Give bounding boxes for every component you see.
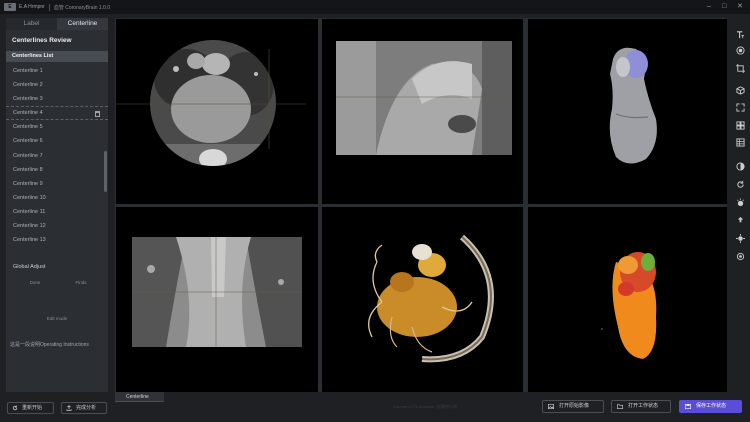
list-item[interactable]: Centerline 12 [6,219,108,233]
viewport-sagittal[interactable] [322,19,523,204]
title-bar: E E.A Hrmpnr 血管 CoronaryBrain 1.0.0 – □ … [0,0,750,14]
bottom-bar: Centerline Coronary CTA analysis · 血管中心线… [115,392,750,422]
viewport-grid [115,18,727,392]
save-icon [685,404,691,409]
trash-icon[interactable] [95,111,100,118]
text-tool-icon [736,31,745,39]
edit-mode-button[interactable]: Edit mode [26,314,88,323]
list-item-selected[interactable]: Centerline 4 [6,106,108,121]
viewport-3d-surface[interactable] [528,19,727,204]
crosshair-button[interactable] [734,232,748,246]
cube-icon [736,86,745,95]
panel-tabs: Label Centerline [6,18,108,30]
crop-icon [736,64,745,73]
open-state-label: 打开工作状态 [628,403,659,409]
list-item[interactable]: Centerline 2 [6,78,108,92]
open-images-button[interactable]: 打开原始影像 [542,400,604,413]
done-button[interactable]: Done [14,278,56,288]
list-title: Centerlines List [6,51,108,62]
panel-title: Centerlines Review [12,37,72,44]
list-item[interactable]: Centerline 9 [6,177,108,191]
finds-button[interactable]: Finds [60,278,102,288]
viewport-axial[interactable] [116,19,318,204]
record-button[interactable] [734,44,748,58]
brand-name: E.A Hrmpnr [19,4,45,10]
3d-segmentation-render [601,252,657,359]
sagittal-ct-image [336,41,512,155]
text-tool-button[interactable] [734,28,748,42]
move-button[interactable] [734,214,748,228]
grid-icon [736,138,745,147]
fullscreen-button[interactable] [734,101,748,115]
refresh-icon [12,405,18,411]
tab-label[interactable]: Label [6,18,57,30]
list-item[interactable]: Centerline 5 [6,120,108,134]
submit-analysis-label: 完成分析 [76,405,97,411]
3d-surface-render [609,47,657,164]
operating-instructions: 这是一段说明Operating Instructions [10,342,89,348]
rotate-button[interactable] [734,178,748,192]
app-logo: E [4,3,16,11]
submit-analysis-button[interactable]: 完成分析 [61,402,107,414]
list-item[interactable]: Centerline 3 [6,92,108,106]
3d-coronary-render [368,234,494,363]
layout-icon [736,121,745,130]
list-item[interactable]: Centerline 8 [6,163,108,177]
open-state-button[interactable]: 打开工作状态 [611,400,671,413]
app-title: 血管 CoronaryBrain 1.0.0 [53,4,110,11]
crop-button[interactable] [734,62,748,76]
folder-icon [617,404,623,409]
centerline-list: Centerline 1 Centerline 2 Centerline 3 C… [6,62,108,247]
brightness-button[interactable] [734,196,748,210]
title-divider [48,3,50,11]
viewport-coronal[interactable] [116,207,318,392]
coronal-ct-image [132,237,302,347]
list-item[interactable]: Centerline 1 [6,64,108,78]
global-adjust-label: Global Adjust [13,264,46,270]
restart-button[interactable]: 重新开始 [7,402,54,414]
close-icon[interactable]: ✕ [737,2,743,12]
list-item-label: Centerline 4 [13,110,43,117]
axial-ct-image [116,40,306,166]
status-hint: Coronary CTA analysis · 血管中心线 [393,404,458,409]
crosshair-icon [736,234,745,243]
maximize-icon[interactable]: □ [722,2,726,12]
target-icon [736,252,745,261]
brightness-icon [737,198,744,207]
target-button[interactable] [734,250,748,264]
save-state-label: 保存工作状态 [696,403,727,409]
list-item[interactable]: Centerline 6 [6,134,108,148]
minimize-icon[interactable]: – [707,2,711,12]
left-panel: Label Centerline Centerlines Review Cent… [6,18,108,392]
open-images-label: 打开原始影像 [559,403,590,409]
grid-button[interactable] [734,136,748,150]
image-icon [548,404,554,409]
list-item[interactable]: Centerline 11 [6,205,108,219]
record-icon [736,46,745,55]
list-item[interactable]: Centerline 10 [6,191,108,205]
move-icon [737,216,744,224]
save-state-button[interactable]: 保存工作状态 [679,400,742,413]
layout-button[interactable] [734,119,748,133]
list-scrollbar[interactable] [104,151,107,192]
cube-button[interactable] [734,84,748,98]
contrast-icon [736,162,745,171]
export-icon [66,405,72,411]
tab-centerline-view[interactable]: Centerline [115,392,164,402]
list-item[interactable]: Centerline 13 [6,233,108,247]
restart-label: 重新开始 [22,405,43,411]
contrast-button[interactable] [734,160,748,174]
viewport-3d-coronary[interactable] [322,207,523,392]
rotate-icon [737,180,744,188]
viewport-3d-segmentation[interactable] [528,207,727,392]
fullscreen-icon [736,103,745,112]
list-item[interactable]: Centerline 7 [6,149,108,163]
tab-centerline[interactable]: Centerline [57,18,108,30]
